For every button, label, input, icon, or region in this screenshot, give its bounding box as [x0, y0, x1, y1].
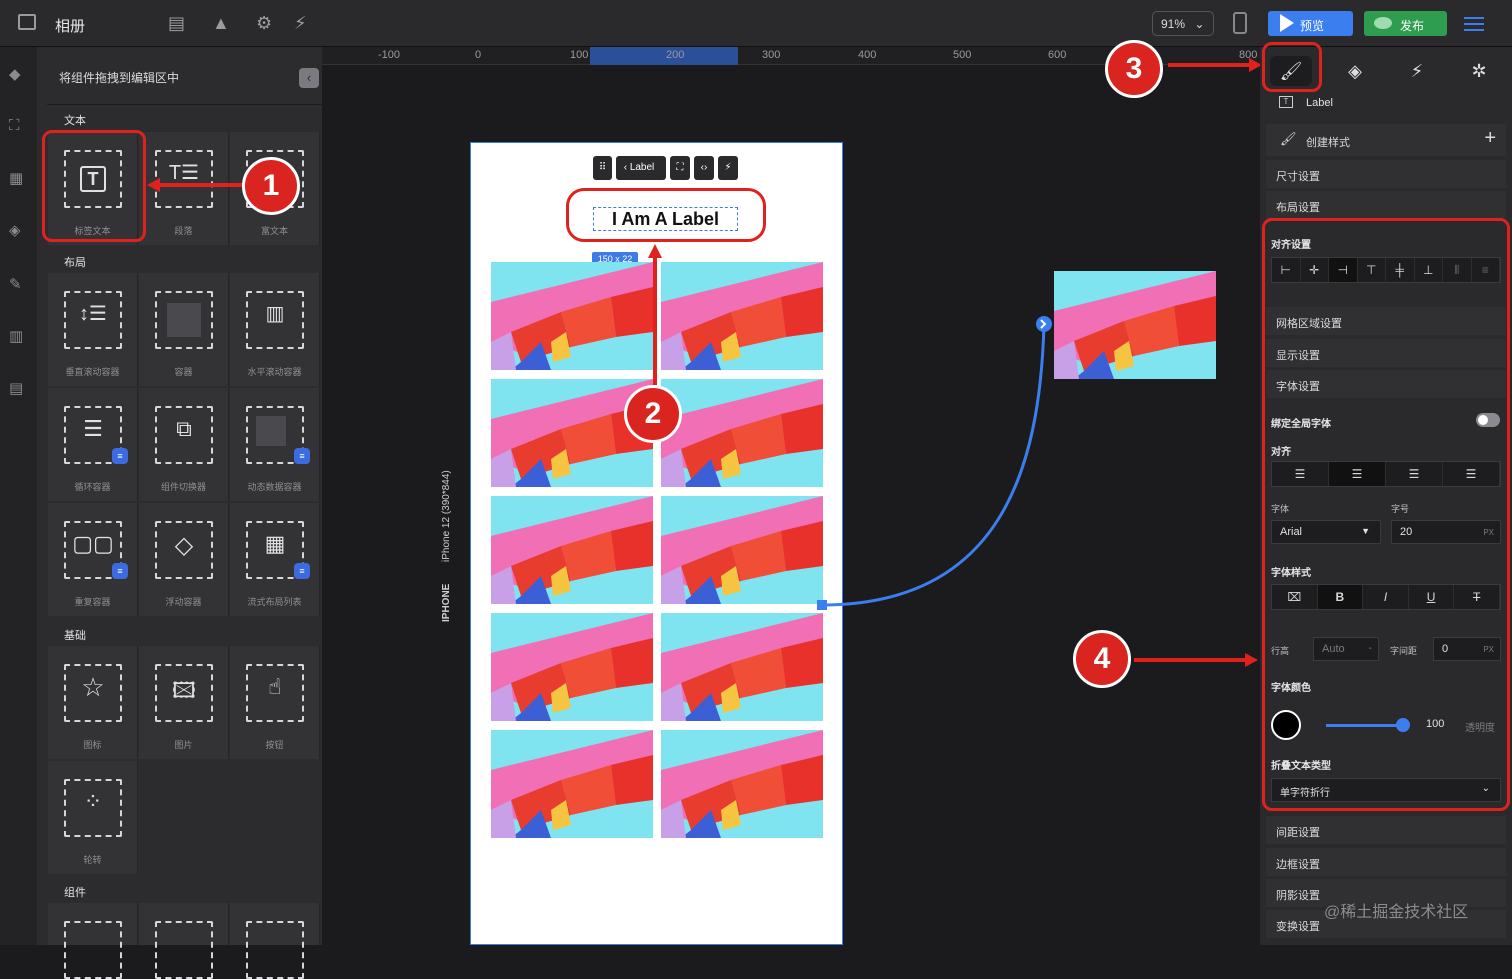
- create-style-row[interactable]: 创建样式 🖌 +: [1266, 124, 1506, 156]
- brush-icon: 🖌: [1280, 131, 1297, 146]
- layout-settings-row[interactable]: 布局设置: [1266, 191, 1506, 219]
- annotation-box-4: [1262, 218, 1510, 811]
- selected-component-name: Label: [1306, 97, 1333, 109]
- annotation-marker-1: 1: [242, 157, 300, 215]
- size-settings-row[interactable]: 尺寸设置: [1266, 160, 1506, 188]
- watermark: @稀土掘金技术社区: [1324, 904, 1469, 921]
- tab-component-icon[interactable]: ◈: [1334, 56, 1376, 86]
- add-style-plus-icon[interactable]: +: [1484, 127, 1496, 150]
- label-type-icon: T: [1279, 96, 1293, 108]
- annotation-box-3: [1262, 42, 1322, 92]
- annotation-marker-2: 2: [624, 385, 682, 443]
- annotation-marker-3: 3: [1105, 40, 1163, 98]
- connection-anchor: [817, 600, 827, 610]
- annotation-marker-4: 4: [1073, 630, 1131, 688]
- annotation-box-1: [42, 130, 146, 242]
- tab-data-icon[interactable]: ✲: [1458, 56, 1500, 86]
- annotation-box-2: [566, 188, 766, 242]
- connection-curve: [821, 323, 1046, 607]
- spacing-settings-row[interactable]: 间距设置: [1266, 816, 1506, 844]
- tab-events-bolt-icon[interactable]: ⚡: [1396, 56, 1438, 86]
- border-settings-row[interactable]: 边框设置: [1266, 848, 1506, 876]
- create-style-label: 创建样式: [1306, 137, 1350, 149]
